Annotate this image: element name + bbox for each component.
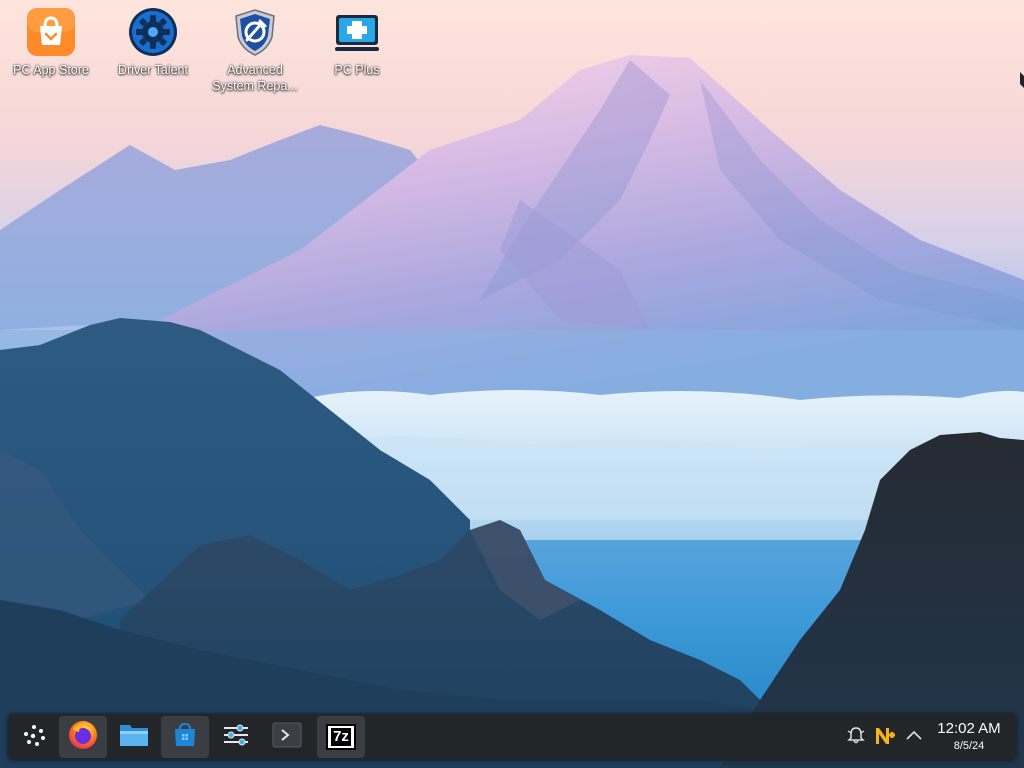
taskbar: 7z 12:02 AM 8/5/24 bbox=[8, 714, 1016, 760]
desktop-icon-label: Advanced System Repa... bbox=[212, 63, 298, 93]
desktop-icon-label: Driver Talent bbox=[118, 63, 188, 77]
wallpaper-image bbox=[0, 0, 1024, 768]
desktop-icon-advanced-system-repair[interactable]: Advanced System Repa... bbox=[205, 6, 305, 94]
n-plus-icon bbox=[873, 723, 899, 752]
app-updates-tray-icon[interactable] bbox=[873, 714, 899, 760]
show-hidden-tray-button[interactable] bbox=[903, 714, 925, 760]
firefox-taskbar-button[interactable] bbox=[59, 716, 107, 758]
desktop-icon-label: PC App Store bbox=[13, 63, 89, 77]
gear-icon bbox=[127, 6, 179, 58]
system-settings-taskbar-button[interactable] bbox=[212, 716, 260, 758]
discover-store-taskbar-button[interactable] bbox=[161, 716, 209, 758]
clock-time: 12:02 AM bbox=[937, 720, 1001, 737]
notifications-tray-icon[interactable] bbox=[844, 714, 868, 760]
monitor-plus-icon bbox=[331, 6, 383, 58]
bell-icon bbox=[846, 725, 866, 750]
terminal-taskbar-button[interactable] bbox=[263, 716, 311, 758]
file-manager-taskbar-button[interactable] bbox=[110, 716, 158, 758]
application-launcher-button[interactable] bbox=[10, 716, 58, 758]
desktop-icon-label: PC Plus bbox=[334, 63, 380, 77]
clock-date: 8/5/24 bbox=[953, 740, 985, 752]
clock[interactable]: 12:02 AM 8/5/24 bbox=[928, 720, 1010, 753]
launcher-dots-icon bbox=[21, 722, 47, 753]
desktop-icon-driver-talent[interactable]: Driver Talent bbox=[103, 6, 203, 78]
firefox-icon bbox=[67, 719, 99, 756]
terminal-icon bbox=[272, 721, 302, 754]
store-bag-icon bbox=[171, 721, 199, 754]
7z-icon: 7z bbox=[326, 724, 356, 750]
desktop-icon-pc-app-store[interactable]: PC App Store bbox=[1, 6, 101, 78]
sliders-icon bbox=[222, 723, 250, 752]
chevron-up-icon bbox=[905, 728, 923, 747]
7zip-taskbar-button[interactable]: 7z bbox=[317, 716, 365, 758]
desktop-icon-pc-plus[interactable]: PC Plus bbox=[307, 6, 407, 78]
folder-icon bbox=[118, 721, 150, 754]
shield-wrench-icon bbox=[229, 6, 281, 58]
desktop[interactable]: PC App Store Driver Talent Advanced Syst… bbox=[0, 0, 1024, 768]
7z-icon-text: 7z bbox=[331, 728, 351, 746]
shopping-bag-icon bbox=[25, 6, 77, 58]
